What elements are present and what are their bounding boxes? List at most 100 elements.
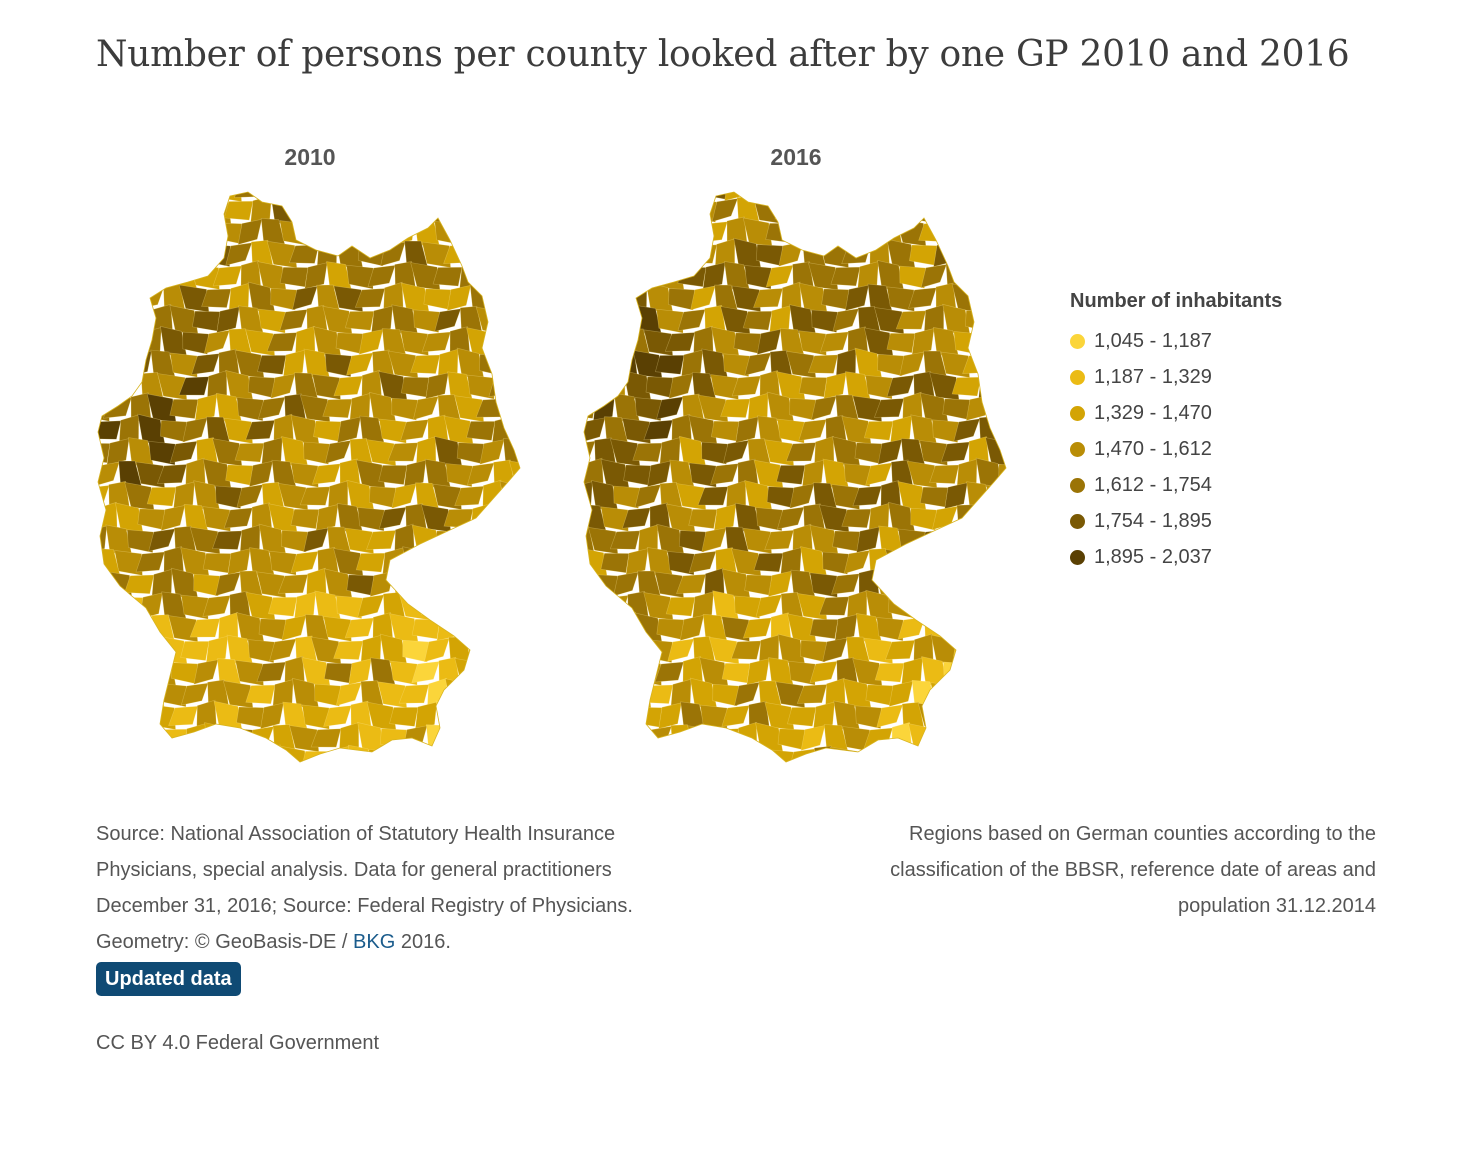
chart-title: Number of persons per county looked afte… — [96, 34, 1350, 75]
county-shape — [830, 192, 861, 203]
county-shape — [380, 241, 406, 267]
county-shape — [115, 287, 143, 312]
county-shape — [974, 195, 1004, 225]
county-shape — [756, 328, 782, 355]
county-shape — [513, 680, 520, 709]
county-shape — [765, 222, 795, 243]
county-shape — [302, 192, 331, 200]
county-shape — [821, 194, 850, 225]
county-shape — [160, 420, 188, 443]
county-shape — [480, 192, 504, 202]
county-shape — [281, 530, 309, 553]
county-shape — [356, 770, 384, 795]
county-shape — [584, 662, 597, 684]
germany-map-2016 — [583, 191, 1007, 763]
legend-swatch — [1070, 405, 1085, 421]
county-shape — [745, 744, 772, 762]
county-shape — [171, 746, 197, 762]
county-shape — [929, 199, 960, 221]
county-shape — [234, 442, 265, 463]
county-shape — [584, 192, 595, 201]
county-shape — [584, 215, 593, 247]
county-shape — [358, 329, 384, 355]
county-shape — [951, 593, 981, 620]
county-shape — [446, 284, 472, 311]
county-shape — [432, 573, 462, 595]
county-shape — [432, 192, 463, 203]
county-shape — [98, 196, 119, 224]
county-shape — [943, 568, 970, 598]
county-shape — [416, 192, 438, 203]
county-shape — [584, 352, 596, 378]
county-shape — [877, 439, 903, 465]
county-shape — [768, 570, 793, 598]
county-shape — [909, 771, 936, 795]
county-shape — [1008, 443, 1036, 463]
county-shape — [1011, 307, 1034, 334]
county-shape — [368, 749, 396, 762]
county-shape — [633, 749, 662, 762]
county-shape — [621, 200, 652, 221]
county-shape — [601, 329, 628, 355]
county-shape — [537, 593, 560, 620]
county-shape — [787, 706, 817, 727]
county-shape — [614, 306, 638, 334]
county-shape — [879, 744, 901, 762]
county-shape — [955, 724, 979, 752]
county-shape — [584, 262, 596, 291]
county-shape — [493, 722, 515, 753]
county-shape — [339, 769, 362, 796]
updated-data-button[interactable]: Updated data — [96, 962, 241, 996]
county-shape — [1008, 485, 1035, 506]
county-shape — [338, 196, 362, 225]
county-shape — [679, 614, 705, 641]
county-shape — [223, 200, 254, 221]
county-shape — [136, 244, 166, 265]
county-shape — [443, 508, 474, 529]
county-shape — [623, 242, 651, 266]
county-shape — [778, 241, 804, 267]
county-shape — [257, 355, 287, 375]
county-shape — [987, 221, 1006, 245]
county-shape — [499, 480, 520, 511]
county-shape — [526, 351, 549, 378]
county-layer — [584, 192, 1046, 795]
county-shape — [798, 376, 828, 398]
county-shape — [984, 747, 1006, 762]
county-shape — [724, 745, 748, 762]
county-shape — [1019, 727, 1046, 749]
county-shape — [369, 570, 395, 597]
county-shape — [444, 725, 473, 752]
county-shape — [524, 750, 550, 772]
county-shape — [504, 391, 520, 423]
county-shape — [499, 528, 520, 554]
county-shape — [988, 393, 1006, 422]
county-shape — [479, 353, 507, 377]
county-shape — [537, 547, 557, 576]
county-shape — [922, 569, 946, 598]
county-shape — [117, 195, 143, 224]
county-shape — [668, 373, 694, 399]
legend-item: 1,187 - 1,329 — [1070, 359, 1282, 395]
county-shape — [138, 772, 164, 795]
county-shape — [754, 770, 782, 795]
bkg-link[interactable]: BKG — [353, 931, 395, 953]
county-shape — [934, 592, 959, 621]
county-shape — [509, 287, 520, 309]
county-shape — [787, 192, 816, 199]
county-shape — [636, 218, 661, 246]
county-shape — [98, 659, 111, 687]
county-shape — [602, 721, 630, 753]
county-shape — [448, 590, 470, 620]
county-shape — [538, 283, 558, 312]
county-shape — [486, 640, 518, 660]
county-shape — [98, 192, 111, 198]
county-shape — [996, 200, 1006, 222]
county-shape — [939, 614, 971, 643]
county-shape — [888, 680, 914, 707]
county-shape — [886, 332, 916, 354]
county-shape — [1021, 283, 1046, 311]
county-shape — [115, 374, 143, 399]
county-shape — [98, 282, 121, 312]
county-shape — [322, 398, 353, 419]
